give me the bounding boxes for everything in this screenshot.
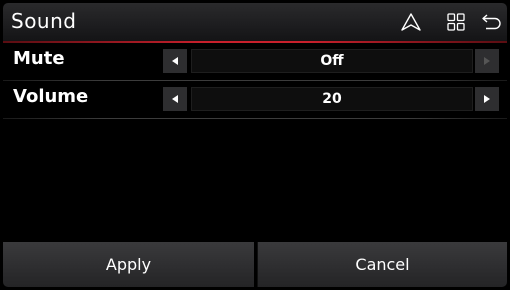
volume-decrease-button[interactable] xyxy=(163,87,187,111)
mute-decrease-button[interactable] xyxy=(163,49,187,73)
cancel-button[interactable]: Cancel xyxy=(258,242,507,287)
setting-row-mute: Mute Off xyxy=(3,44,507,80)
sound-settings-screen: Sound Mute Off Volume 20 Apply Cancel xyxy=(3,3,507,287)
arrow-left-icon xyxy=(172,95,178,103)
row-divider xyxy=(3,80,507,81)
mute-increase-button[interactable] xyxy=(475,49,499,73)
volume-increase-button[interactable] xyxy=(475,87,499,111)
mute-value: Off xyxy=(191,49,473,73)
volume-label: Volume xyxy=(13,86,89,107)
back-icon[interactable] xyxy=(478,10,504,34)
apply-button[interactable]: Apply xyxy=(3,242,254,287)
menu-grid-icon[interactable] xyxy=(443,10,469,34)
setting-row-volume: Volume 20 xyxy=(3,82,507,118)
arrow-right-icon xyxy=(484,95,490,103)
page-title: Sound xyxy=(11,9,77,33)
arrow-left-icon xyxy=(172,57,178,65)
header-accent-line xyxy=(3,41,507,43)
mute-label: Mute xyxy=(13,48,65,69)
volume-value: 20 xyxy=(191,87,473,111)
header-bar: Sound xyxy=(3,3,507,41)
row-divider xyxy=(3,118,507,119)
navigation-icon[interactable] xyxy=(398,10,424,34)
arrow-right-icon xyxy=(484,57,490,65)
